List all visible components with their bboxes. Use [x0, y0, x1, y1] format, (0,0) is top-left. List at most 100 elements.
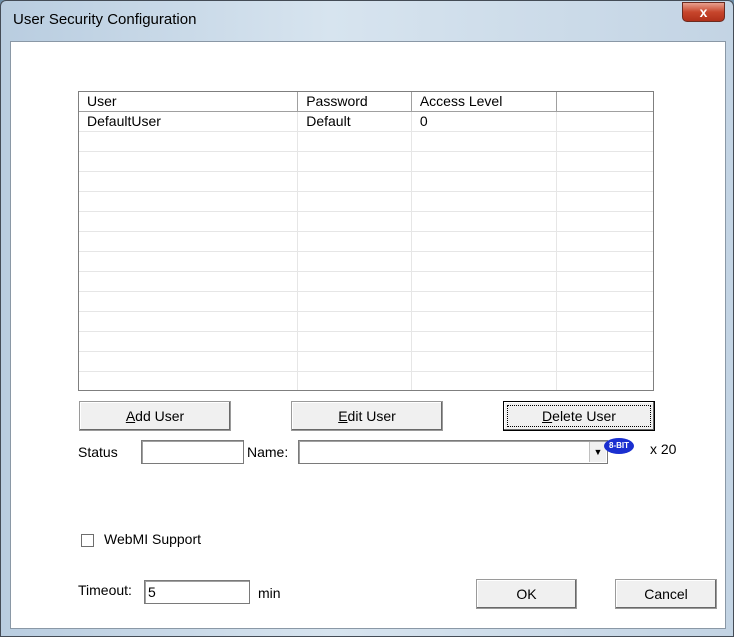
cell-user — [79, 152, 299, 172]
cell-access-level — [412, 312, 558, 332]
close-icon: x — [699, 4, 708, 20]
delete-user-button[interactable]: Delete User — [503, 401, 655, 431]
focus-rectangle — [507, 405, 651, 427]
title-bar[interactable]: User Security Configuration x — [1, 1, 733, 41]
cell-user — [79, 372, 299, 390]
cell-extra — [557, 132, 653, 152]
cell-extra — [557, 372, 653, 390]
cell-user — [79, 272, 299, 292]
table-row[interactable] — [79, 212, 653, 232]
ok-button[interactable]: OK — [476, 579, 577, 609]
cell-extra — [557, 112, 653, 132]
name-dropdown[interactable]: ▼ — [298, 440, 608, 464]
cell-extra — [557, 332, 653, 352]
table-row[interactable] — [79, 132, 653, 152]
cell-user — [79, 352, 299, 372]
cell-password — [298, 192, 412, 212]
cell-password — [298, 312, 412, 332]
cell-access-level — [412, 232, 558, 252]
cell-access-level — [412, 272, 558, 292]
cell-extra — [557, 272, 653, 292]
table-row[interactable]: DefaultUser Default 0 — [79, 112, 653, 132]
name-label: Name: — [247, 444, 289, 460]
table-body: DefaultUser Default 0 — [79, 112, 653, 390]
webmi-support-label[interactable]: WebMI Support — [104, 531, 201, 547]
cell-access-level — [412, 372, 558, 390]
cell-access-level — [412, 292, 558, 312]
webmi-support-checkbox[interactable] — [81, 534, 94, 547]
cell-user: DefaultUser — [79, 112, 299, 132]
table-row[interactable] — [79, 352, 653, 372]
column-header-access-level[interactable]: Access Level — [412, 92, 558, 112]
cell-access-level — [412, 192, 558, 212]
add-user-button[interactable]: Add User — [79, 401, 231, 431]
cell-password: Default — [298, 112, 412, 132]
cell-password — [298, 272, 412, 292]
cell-password — [298, 172, 412, 192]
timeout-unit-label: min — [258, 585, 281, 601]
cell-user — [79, 132, 299, 152]
table-row[interactable] — [79, 312, 653, 332]
edit-user-button[interactable]: Edit User — [291, 401, 443, 431]
cell-password — [298, 372, 412, 390]
table-row[interactable] — [79, 232, 653, 252]
table-row[interactable] — [79, 152, 653, 172]
table-row[interactable] — [79, 272, 653, 292]
user-security-dialog: User Security Configuration x User Passw… — [0, 0, 734, 637]
cell-user — [79, 332, 299, 352]
table-row[interactable] — [79, 172, 653, 192]
cell-extra — [557, 352, 653, 372]
cell-password — [298, 252, 412, 272]
cell-access-level — [412, 172, 558, 192]
cell-access-level: 0 — [412, 112, 558, 132]
bit-multiplier-label: x 20 — [650, 441, 677, 457]
cell-extra — [557, 312, 653, 332]
cell-user — [79, 212, 299, 232]
cell-access-level — [412, 152, 558, 172]
cell-extra — [557, 212, 653, 232]
cell-extra — [557, 252, 653, 272]
cell-extra — [557, 232, 653, 252]
cell-user — [79, 292, 299, 312]
8-bit-icon: 8-BIT — [604, 438, 634, 454]
close-button[interactable]: x — [682, 2, 725, 22]
cell-password — [298, 352, 412, 372]
cell-extra — [557, 292, 653, 312]
table-row[interactable] — [79, 192, 653, 212]
cell-access-level — [412, 132, 558, 152]
table-header: User Password Access Level — [79, 92, 653, 112]
cell-extra — [557, 192, 653, 212]
table-row[interactable] — [79, 292, 653, 312]
cell-password — [298, 292, 412, 312]
table-row[interactable] — [79, 332, 653, 352]
cell-user — [79, 312, 299, 332]
column-header-empty[interactable] — [557, 92, 653, 112]
cell-user — [79, 192, 299, 212]
dialog-client-area: User Password Access Level DefaultUser De… — [10, 41, 726, 629]
cell-user — [79, 172, 299, 192]
table-row[interactable] — [79, 252, 653, 272]
cell-extra — [557, 152, 653, 172]
cell-password — [298, 232, 412, 252]
cell-password — [298, 212, 412, 232]
timeout-label: Timeout: — [78, 582, 132, 598]
status-field[interactable] — [141, 440, 244, 464]
window-title: User Security Configuration — [13, 11, 197, 28]
cell-access-level — [412, 252, 558, 272]
table-row[interactable] — [79, 372, 653, 390]
cell-user — [79, 252, 299, 272]
column-header-user[interactable]: User — [79, 92, 299, 112]
cell-access-level — [412, 212, 558, 232]
cell-extra — [557, 172, 653, 192]
cell-access-level — [412, 352, 558, 372]
cell-access-level — [412, 332, 558, 352]
cancel-button[interactable]: Cancel — [615, 579, 717, 609]
cell-password — [298, 332, 412, 352]
column-header-password[interactable]: Password — [298, 92, 412, 112]
status-label: Status — [78, 444, 118, 460]
cell-password — [298, 152, 412, 172]
user-list-table[interactable]: User Password Access Level DefaultUser De… — [78, 91, 654, 391]
cell-password — [298, 132, 412, 152]
timeout-input[interactable]: 5 — [144, 580, 250, 604]
cell-user — [79, 232, 299, 252]
